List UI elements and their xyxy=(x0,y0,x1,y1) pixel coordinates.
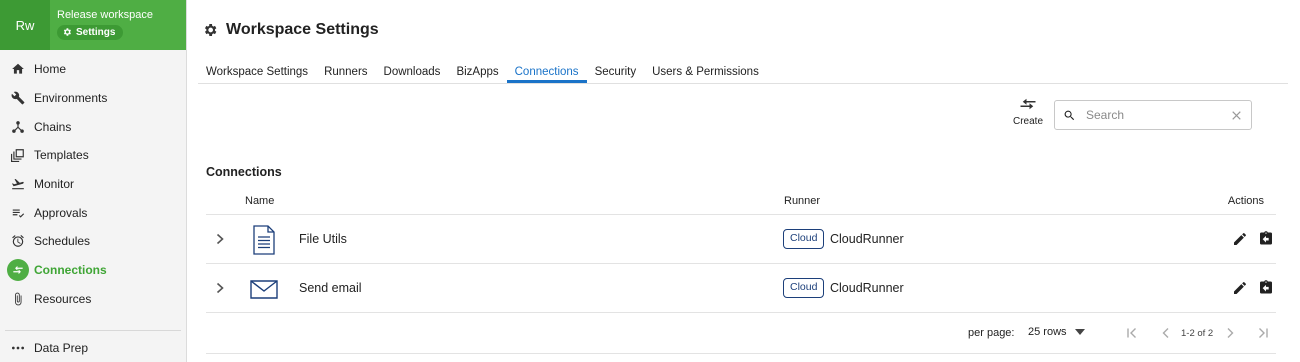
runner-name: CloudRunner xyxy=(830,281,904,295)
sidebar-item-approvals[interactable]: Approvals xyxy=(0,198,186,227)
workspace-header[interactable]: Rw Release workspace Settings xyxy=(0,0,186,50)
sidebar-item-label: Schedules xyxy=(34,234,91,249)
paperclip-icon xyxy=(10,291,26,307)
tab-runners[interactable]: Runners xyxy=(316,60,375,83)
create-button-label: Create xyxy=(1013,116,1044,127)
sidebar-item-label: Connections xyxy=(34,263,107,278)
sidebar-item-label: Templates xyxy=(34,148,89,163)
tab-connections[interactable]: Connections xyxy=(506,60,587,83)
sidebar-item-label: Approvals xyxy=(34,205,88,220)
tab-workspace-settings[interactable]: Workspace Settings xyxy=(198,60,316,83)
chains-icon xyxy=(10,119,26,135)
sidebar-item-home[interactable]: Home xyxy=(0,55,186,84)
first-page-icon[interactable] xyxy=(1126,327,1138,339)
gear-icon xyxy=(205,24,217,36)
close-icon[interactable] xyxy=(1230,109,1243,122)
sidebar-bottom: Data Prep xyxy=(0,334,186,362)
app-window: Rw Release workspace Settings Home Envir… xyxy=(0,0,1300,362)
settings-badge-label: Settings xyxy=(76,26,116,38)
page-title-text: Workspace Settings xyxy=(226,21,379,38)
table-header: Name Runner Actions xyxy=(206,190,1276,215)
last-page-icon[interactable] xyxy=(1257,327,1269,339)
connections-icon xyxy=(1020,98,1036,110)
sidebar-item-label: Resources xyxy=(34,291,92,306)
chevron-right-icon[interactable] xyxy=(214,232,226,246)
tab-bizapps[interactable]: BizApps xyxy=(448,60,506,83)
sidebar-item-label: Monitor xyxy=(34,177,75,192)
sidebar-item-label: Chains xyxy=(34,119,72,134)
search-icon xyxy=(1064,110,1075,120)
sidebar-item-resources[interactable]: Resources xyxy=(0,285,186,314)
export-icon[interactable] xyxy=(1258,230,1274,247)
connection-name: File Utils xyxy=(299,232,347,246)
caret-down-icon xyxy=(1074,329,1085,335)
sidebar-item-data-prep[interactable]: Data Prep xyxy=(0,334,186,362)
connections-table: Name Runner Actions File Utils Cloud Clo… xyxy=(206,190,1276,313)
next-page-icon[interactable] xyxy=(1224,327,1236,339)
sidebar-item-schedules[interactable]: Schedules xyxy=(0,227,186,256)
runner-type-badge: Cloud xyxy=(783,229,825,249)
document-icon xyxy=(253,225,275,255)
sidebar-nav: Home Environments Chains Templates Monit… xyxy=(0,50,186,313)
monitor-icon xyxy=(10,176,26,192)
create-button[interactable]: Create xyxy=(1013,97,1043,127)
workspace-name: Release workspace xyxy=(57,8,153,21)
pencil-icon[interactable] xyxy=(1232,231,1248,247)
page-title: Workspace Settings xyxy=(202,21,379,39)
section-title: Connections xyxy=(206,165,282,179)
settings-badge[interactable]: Settings xyxy=(57,24,124,40)
tab-users-permissions[interactable]: Users & Permissions xyxy=(644,60,767,83)
table-row[interactable]: File Utils Cloud CloudRunner xyxy=(206,215,1276,264)
runner-type-badge: Cloud xyxy=(783,278,825,298)
main-content: Workspace Settings Workspace Settings Ru… xyxy=(187,0,1300,362)
rows-per-page-select[interactable]: 25 rows xyxy=(1028,326,1085,338)
column-header-name[interactable]: Name xyxy=(245,195,274,207)
tab-downloads[interactable]: Downloads xyxy=(376,60,449,83)
search-input[interactable] xyxy=(1086,108,1230,122)
page-range: 1-2 of 2 xyxy=(1181,328,1214,339)
sidebar-item-chains[interactable]: Chains xyxy=(0,112,186,141)
dots-icon xyxy=(10,340,26,356)
sidebar: Rw Release workspace Settings Home Envir… xyxy=(0,0,187,362)
connections-icon xyxy=(7,259,29,282)
export-icon[interactable] xyxy=(1258,279,1274,296)
settings-tabs: Workspace Settings Runners Downloads Biz… xyxy=(198,60,1288,84)
column-header-actions: Actions xyxy=(1227,195,1264,207)
chevron-right-icon[interactable] xyxy=(214,281,226,295)
templates-icon xyxy=(10,147,26,163)
workspace-avatar[interactable]: Rw xyxy=(0,0,50,50)
column-header-runner[interactable]: Runner xyxy=(784,195,820,207)
gear-icon xyxy=(63,28,71,36)
sidebar-item-templates[interactable]: Templates xyxy=(0,141,186,170)
table-row[interactable]: Send email Cloud CloudRunner xyxy=(206,264,1276,313)
previous-page-icon[interactable] xyxy=(1160,327,1172,339)
connection-name: Send email xyxy=(299,281,362,295)
home-icon xyxy=(10,61,26,77)
wrench-icon xyxy=(10,90,26,106)
sidebar-divider xyxy=(5,330,181,331)
pagination: per page: 25 rows 1-2 of 2 xyxy=(206,313,1276,354)
pencil-icon[interactable] xyxy=(1232,280,1248,296)
sidebar-item-label: Data Prep xyxy=(34,341,89,356)
workspace-info: Release workspace Settings xyxy=(50,8,153,43)
runner-name: CloudRunner xyxy=(830,232,904,246)
search-field[interactable] xyxy=(1054,100,1252,130)
per-page-label: per page: xyxy=(968,327,1015,339)
envelope-icon xyxy=(250,280,278,299)
tab-security[interactable]: Security xyxy=(587,60,645,83)
sidebar-item-monitor[interactable]: Monitor xyxy=(0,170,186,199)
approvals-icon xyxy=(10,205,26,221)
rows-per-page-value: 25 rows xyxy=(1028,326,1067,338)
sidebar-item-connections[interactable]: Connections xyxy=(0,256,186,285)
sidebar-item-label: Environments xyxy=(34,91,108,106)
alarm-clock-icon xyxy=(10,233,26,249)
sidebar-item-environments[interactable]: Environments xyxy=(0,84,186,113)
sidebar-item-label: Home xyxy=(34,62,67,77)
